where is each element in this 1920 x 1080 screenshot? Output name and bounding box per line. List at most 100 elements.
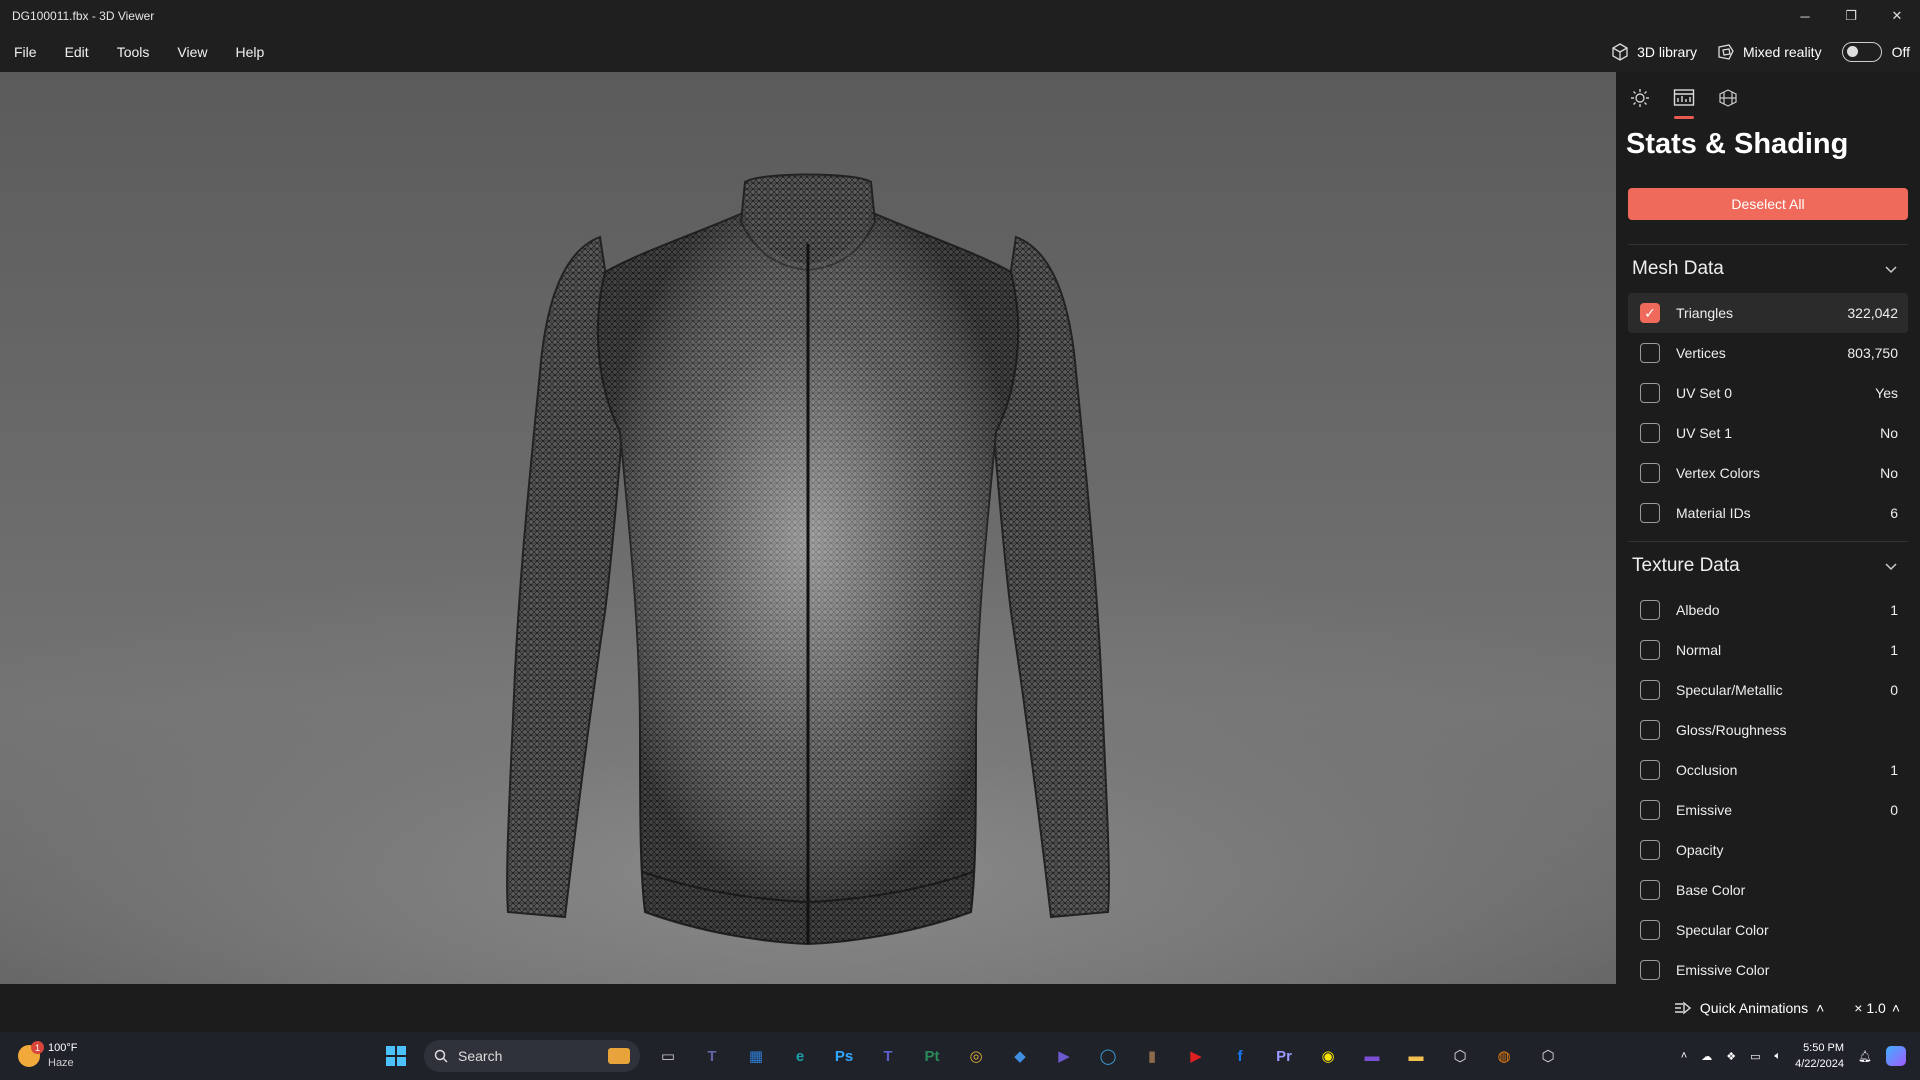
checkbox-triangles[interactable]: ✓ <box>1640 303 1660 323</box>
mesh-data-header[interactable]: Mesh Data <box>1616 245 1920 293</box>
mixed-reality-button[interactable]: Mixed reality <box>1717 43 1822 61</box>
volume-icon[interactable]: 🔈︎ <box>1774 1050 1781 1063</box>
3d-viewport[interactable] <box>0 72 1616 984</box>
checkbox-specular-metallic[interactable] <box>1640 680 1660 700</box>
animation-bar: Quick Animations ˄ × 1.0 ˄ <box>0 984 1920 1032</box>
cloud-icon[interactable]: ☁ <box>1701 1050 1712 1063</box>
taskbar-search[interactable]: Search <box>424 1040 640 1072</box>
start-button[interactable] <box>380 1040 412 1072</box>
texture-row-specular-color[interactable]: Specular Color <box>1628 910 1908 950</box>
mesh-row-vertex-colors[interactable]: Vertex Colors No <box>1628 453 1908 493</box>
menu-edit[interactable]: Edit <box>51 44 103 60</box>
checkbox-emissive[interactable] <box>1640 800 1660 820</box>
weather-widget[interactable]: 1 100°F Haze <box>0 1041 380 1071</box>
taskbar-app-app-circle[interactable]: ◯ <box>1092 1040 1124 1072</box>
checkbox-vertices[interactable] <box>1640 343 1660 363</box>
texture-row-opacity[interactable]: Opacity <box>1628 830 1908 870</box>
panel-tabs <box>1616 72 1920 122</box>
row-label: Triangles <box>1676 305 1734 321</box>
mixed-reality-label: Mixed reality <box>1742 44 1822 60</box>
tab-stats[interactable] <box>1672 86 1696 119</box>
weather-icon: 1 <box>18 1041 44 1067</box>
row-value: 1 <box>1890 642 1898 658</box>
texture-row-specular-metallic[interactable]: Specular/Metallic 0 <box>1628 670 1908 710</box>
taskbar-app-photoshop[interactable]: Ps <box>828 1040 860 1072</box>
checkbox-material-ids[interactable] <box>1640 503 1660 523</box>
texture-row-gloss-roughness[interactable]: Gloss/Roughness <box>1628 710 1908 750</box>
maximize-button[interactable]: ❐ <box>1828 0 1874 32</box>
dropbox-icon[interactable]: ❖ <box>1726 1050 1736 1063</box>
store-icon: ▦ <box>748 1048 764 1065</box>
checkbox-albedo[interactable] <box>1640 600 1660 620</box>
taskbar-app-snapchat[interactable]: ◉ <box>1312 1040 1344 1072</box>
mixed-reality-toggle[interactable] <box>1841 42 1882 62</box>
checkbox-specular-color[interactable] <box>1640 920 1660 940</box>
texture-row-emissive[interactable]: Emissive 0 <box>1628 790 1908 830</box>
copilot-icon[interactable] <box>1886 1046 1906 1066</box>
minimize-button[interactable]: ─ <box>1782 0 1828 32</box>
texture-row-albedo[interactable]: Albedo 1 <box>1628 590 1908 630</box>
texture-data-header[interactable]: Texture Data <box>1616 542 1920 590</box>
system-tray: ˄ ☁ ❖ ▭ 🔈︎ 5:50 PM 4/22/2024 🔔︎ <box>1681 1040 1920 1072</box>
app-hex-icon: ⬡ <box>1453 1048 1467 1065</box>
checkbox-emissive-color[interactable] <box>1640 960 1660 980</box>
menu-view[interactable]: View <box>163 44 221 60</box>
mesh-row-uv-set-0[interactable]: UV Set 0 Yes <box>1628 373 1908 413</box>
row-label: UV Set 0 <box>1676 385 1733 401</box>
title-bar: DG100011.fbx - 3D Viewer ─ ❐ ✕ <box>0 0 1920 32</box>
mesh-row-vertices[interactable]: Vertices 803,750 <box>1628 333 1908 373</box>
checkbox-vertex-colors[interactable] <box>1640 463 1660 483</box>
taskbar-app-premiere[interactable]: Pr <box>1268 1040 1300 1072</box>
taskbar-app-maps[interactable]: ◆ <box>1004 1040 1036 1072</box>
checkbox-opacity[interactable] <box>1640 840 1660 860</box>
close-button[interactable]: ✕ <box>1874 0 1920 32</box>
checkbox-uv-set-0[interactable] <box>1640 383 1660 403</box>
taskbar-app-teams-chat[interactable]: T <box>696 1040 728 1072</box>
quick-animations-button[interactable]: Quick Animations ˄ <box>1674 1000 1824 1016</box>
taskbar-app-facebook[interactable]: f <box>1224 1040 1256 1072</box>
mesh-row-triangles[interactable]: ✓ Triangles 322,042 <box>1628 293 1908 333</box>
tab-grid[interactable] <box>1716 86 1740 110</box>
taskbar-app-app-hex[interactable]: ⬡ <box>1444 1040 1476 1072</box>
checkbox-base-color[interactable] <box>1640 880 1660 900</box>
taskbar-app-painter[interactable]: Pt <box>916 1040 948 1072</box>
taskbar-app-store[interactable]: ▦ <box>740 1040 772 1072</box>
taskbar-app-blender[interactable]: ◍ <box>1488 1040 1520 1072</box>
clock[interactable]: 5:50 PM 4/22/2024 <box>1795 1040 1844 1072</box>
checkbox-gloss-roughness[interactable] <box>1640 720 1660 740</box>
taskbar-app-youtube[interactable]: ▶ <box>1180 1040 1212 1072</box>
tab-lighting[interactable] <box>1628 86 1652 110</box>
taskbar-app-explorer[interactable]: ▬ <box>1400 1040 1432 1072</box>
row-value: No <box>1880 425 1898 441</box>
checkbox-occlusion[interactable] <box>1640 760 1660 780</box>
3d-library-button[interactable]: 3D library <box>1611 43 1697 61</box>
taskbar-app-clipchamp[interactable]: ▬ <box>1356 1040 1388 1072</box>
deselect-all-button[interactable]: Deselect All <box>1628 188 1908 220</box>
checkbox-normal[interactable] <box>1640 640 1660 660</box>
premiere-icon: Pr <box>1276 1047 1292 1065</box>
taskbar-app-task-view[interactable]: ▭ <box>652 1040 684 1072</box>
menu-help[interactable]: Help <box>221 44 278 60</box>
panel-title: Stats & Shading <box>1626 128 1849 160</box>
texture-row-occlusion[interactable]: Occlusion 1 <box>1628 750 1908 790</box>
menu-tools[interactable]: Tools <box>103 44 164 60</box>
taskbar-app-3d-viewer[interactable]: ⬡ <box>1532 1040 1564 1072</box>
texture-row-base-color[interactable]: Base Color <box>1628 870 1908 910</box>
row-label: UV Set 1 <box>1676 425 1733 441</box>
notification-icon[interactable]: 🔔︎ <box>1858 1050 1872 1063</box>
taskbar-app-chrome[interactable]: ◎ <box>960 1040 992 1072</box>
taskbar-app-photo[interactable]: ▮ <box>1136 1040 1168 1072</box>
chevron-up-icon[interactable]: ˄ <box>1681 1050 1687 1062</box>
row-label: Albedo <box>1676 602 1720 618</box>
mesh-row-uv-set-1[interactable]: UV Set 1 No <box>1628 413 1908 453</box>
row-value: 1 <box>1890 602 1898 618</box>
mesh-row-material-ids[interactable]: Material IDs 6 <box>1628 493 1908 533</box>
taskbar-app-app-blue[interactable]: ▶ <box>1048 1040 1080 1072</box>
speed-selector[interactable]: × 1.0 ˄ <box>1854 1000 1900 1016</box>
taskbar-app-edge[interactable]: e <box>784 1040 816 1072</box>
taskbar-app-teams[interactable]: T <box>872 1040 904 1072</box>
checkbox-uv-set-1[interactable] <box>1640 423 1660 443</box>
network-icon[interactable]: ▭ <box>1750 1050 1760 1063</box>
texture-row-normal[interactable]: Normal 1 <box>1628 630 1908 670</box>
menu-file[interactable]: File <box>0 44 51 60</box>
